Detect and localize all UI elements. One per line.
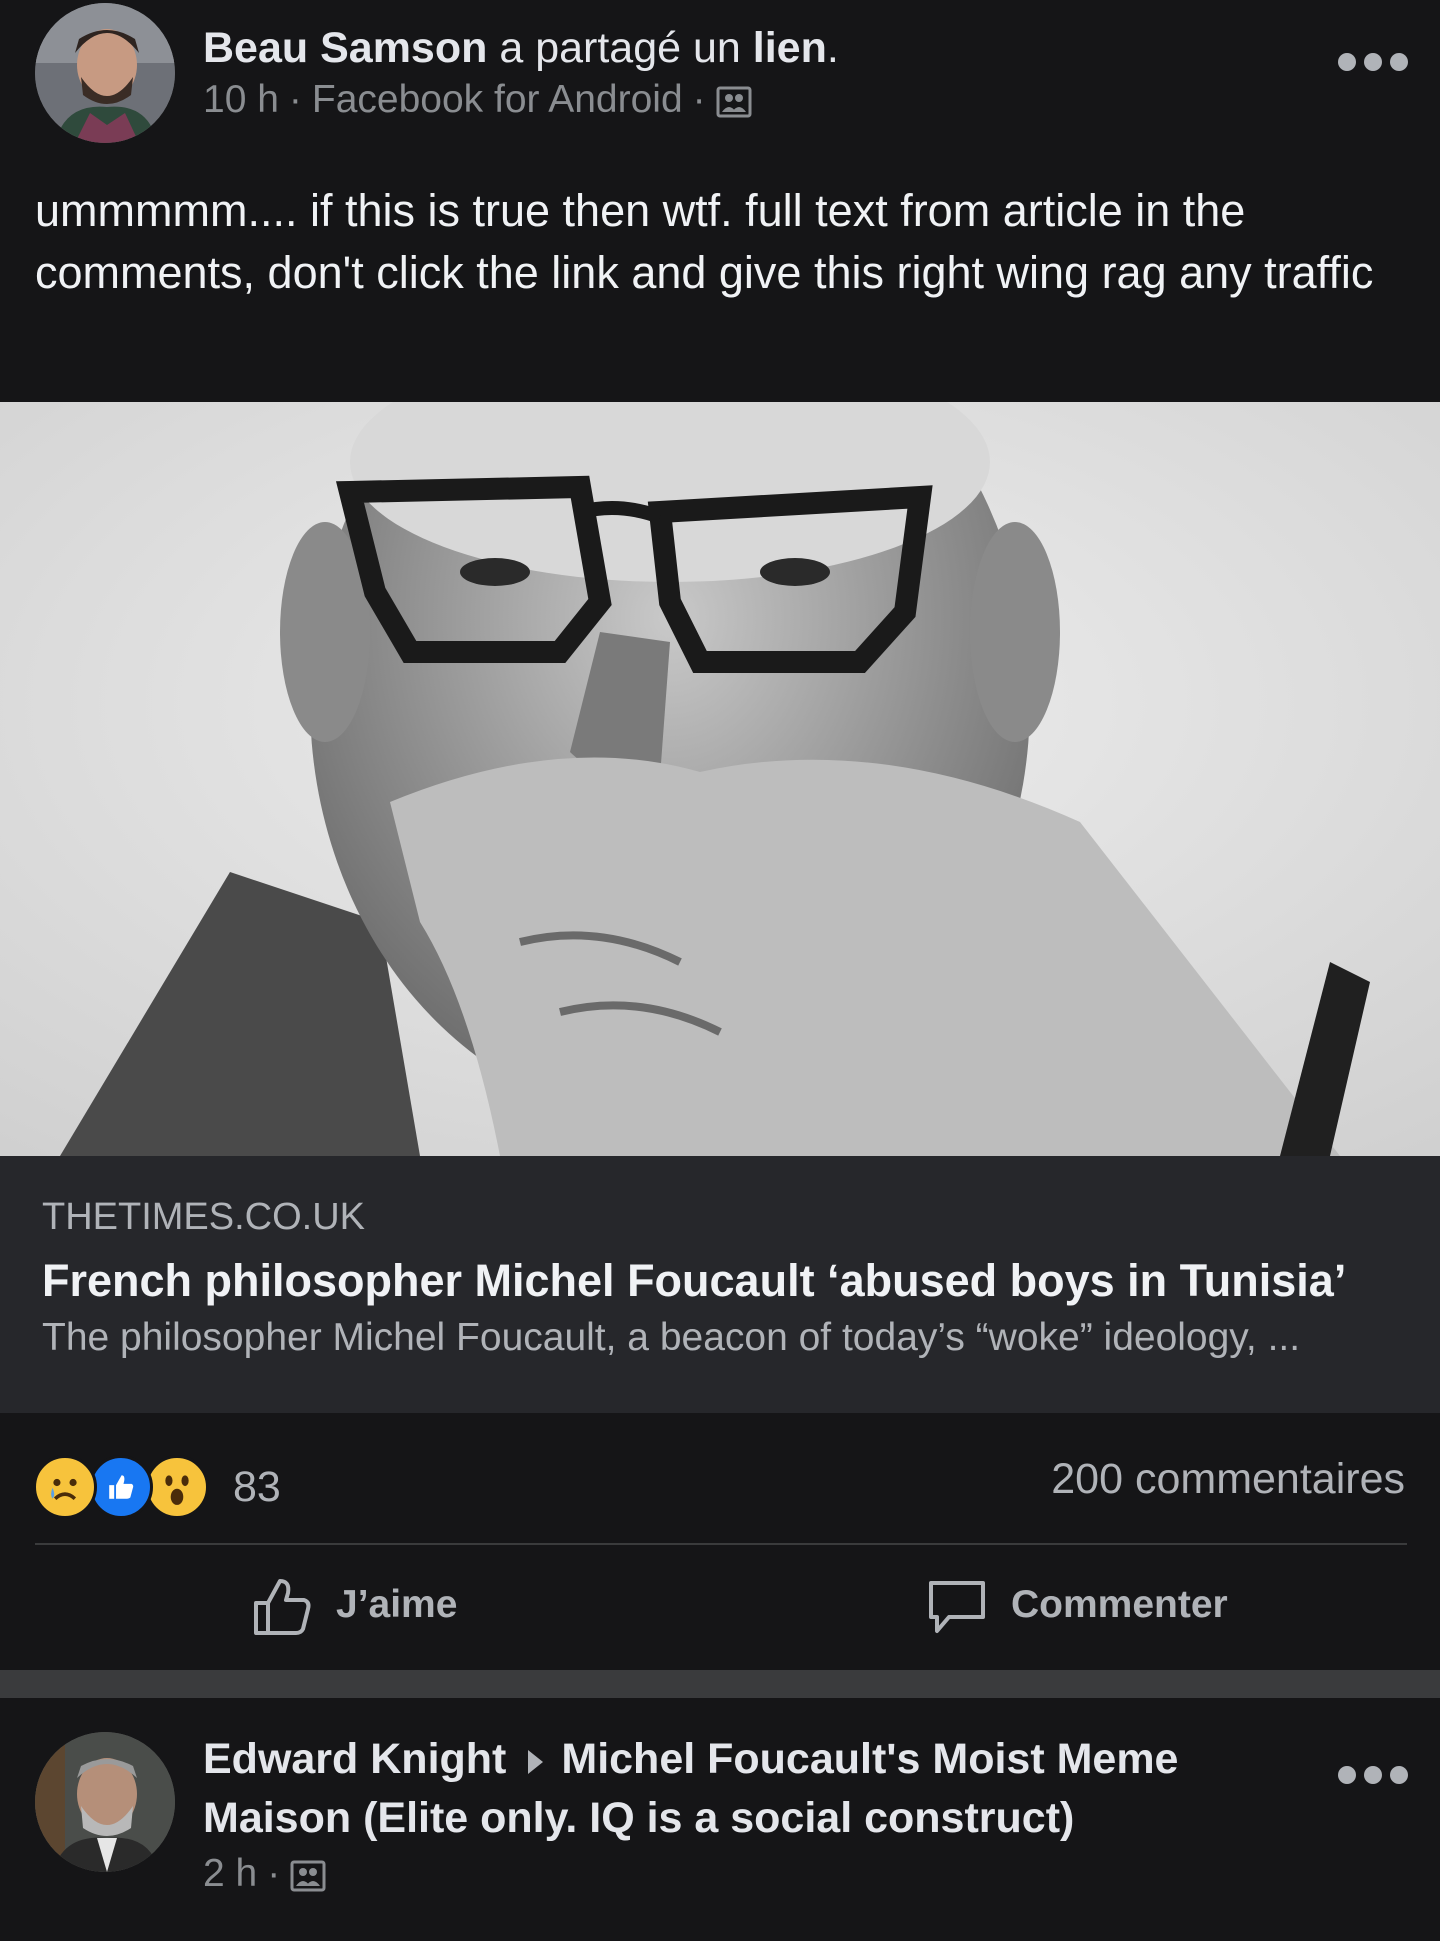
meta-separator: · (692, 78, 706, 121)
author-avatar[interactable] (35, 3, 175, 143)
reactions-summary[interactable]: 83 (33, 1455, 281, 1519)
feed-separator (0, 1670, 1440, 1698)
wow-reaction-icon (145, 1455, 209, 1519)
more-options-icon[interactable] (1338, 47, 1408, 77)
next-author-avatar[interactable] (35, 1732, 175, 1872)
comments-count[interactable]: 200 commentaires (1051, 1455, 1405, 1504)
action-object-link[interactable]: lien (753, 24, 827, 72)
next-post-title: Edward Knight Michel Foucault's Moist Mem… (203, 1730, 1303, 1848)
like-label: J’aime (336, 1583, 458, 1626)
like-reaction-icon (89, 1455, 153, 1519)
next-author-name[interactable]: Edward Knight (203, 1735, 506, 1783)
feed-post: Beau Samson a partagé un lien. 10 h · Fa… (0, 0, 1440, 1670)
post-text: ummmmm.... if this is true then wtf. ful… (35, 185, 1374, 298)
post-source: Facebook for Android (311, 78, 683, 121)
like-button[interactable]: J’aime (250, 1575, 457, 1635)
link-domain: THETIMES.CO.UK (42, 1196, 366, 1238)
link-card[interactable]: THETIMES.CO.UK French philosopher Michel… (0, 1156, 1440, 1413)
comment-icon (929, 1581, 985, 1633)
action-suffix: . (826, 24, 839, 72)
reaction-count: 83 (233, 1462, 281, 1511)
comment-label: Commenter (1011, 1583, 1228, 1626)
friends-icon[interactable] (716, 84, 752, 118)
sad-reaction-icon (33, 1455, 97, 1519)
divider (35, 1543, 1407, 1545)
link-title[interactable]: French philosopher Michel Foucault ‘abus… (42, 1255, 1346, 1307)
action-prefix: a partagé un (499, 24, 741, 72)
post-meta: 10 h · Facebook for Android · (203, 78, 839, 122)
more-options-icon[interactable] (1338, 1760, 1408, 1790)
next-feed-post: Edward Knight Michel Foucault's Moist Mem… (0, 1698, 1440, 1941)
next-post-time[interactable]: 2 h (203, 1852, 257, 1896)
post-header: Beau Samson a partagé un lien. 10 h · Fa… (203, 22, 839, 122)
next-post-header: Edward Knight Michel Foucault's Moist Mem… (203, 1730, 1303, 1896)
meta-separator: · (267, 1852, 281, 1895)
post-time[interactable]: 10 h (203, 78, 279, 122)
friends-icon[interactable] (290, 1858, 326, 1892)
post-title-line: Beau Samson a partagé un lien. (203, 22, 839, 74)
next-post-meta: 2 h · (203, 1852, 1303, 1896)
author-name[interactable]: Beau Samson (203, 24, 487, 72)
comment-button[interactable]: Commenter (925, 1575, 1228, 1635)
caret-right-icon (528, 1749, 544, 1774)
link-description: The philosopher Michel Foucault, a beaco… (42, 1316, 1301, 1359)
link-preview-image[interactable] (0, 402, 1440, 1156)
like-icon (254, 1579, 311, 1635)
meta-separator: · (288, 78, 302, 121)
